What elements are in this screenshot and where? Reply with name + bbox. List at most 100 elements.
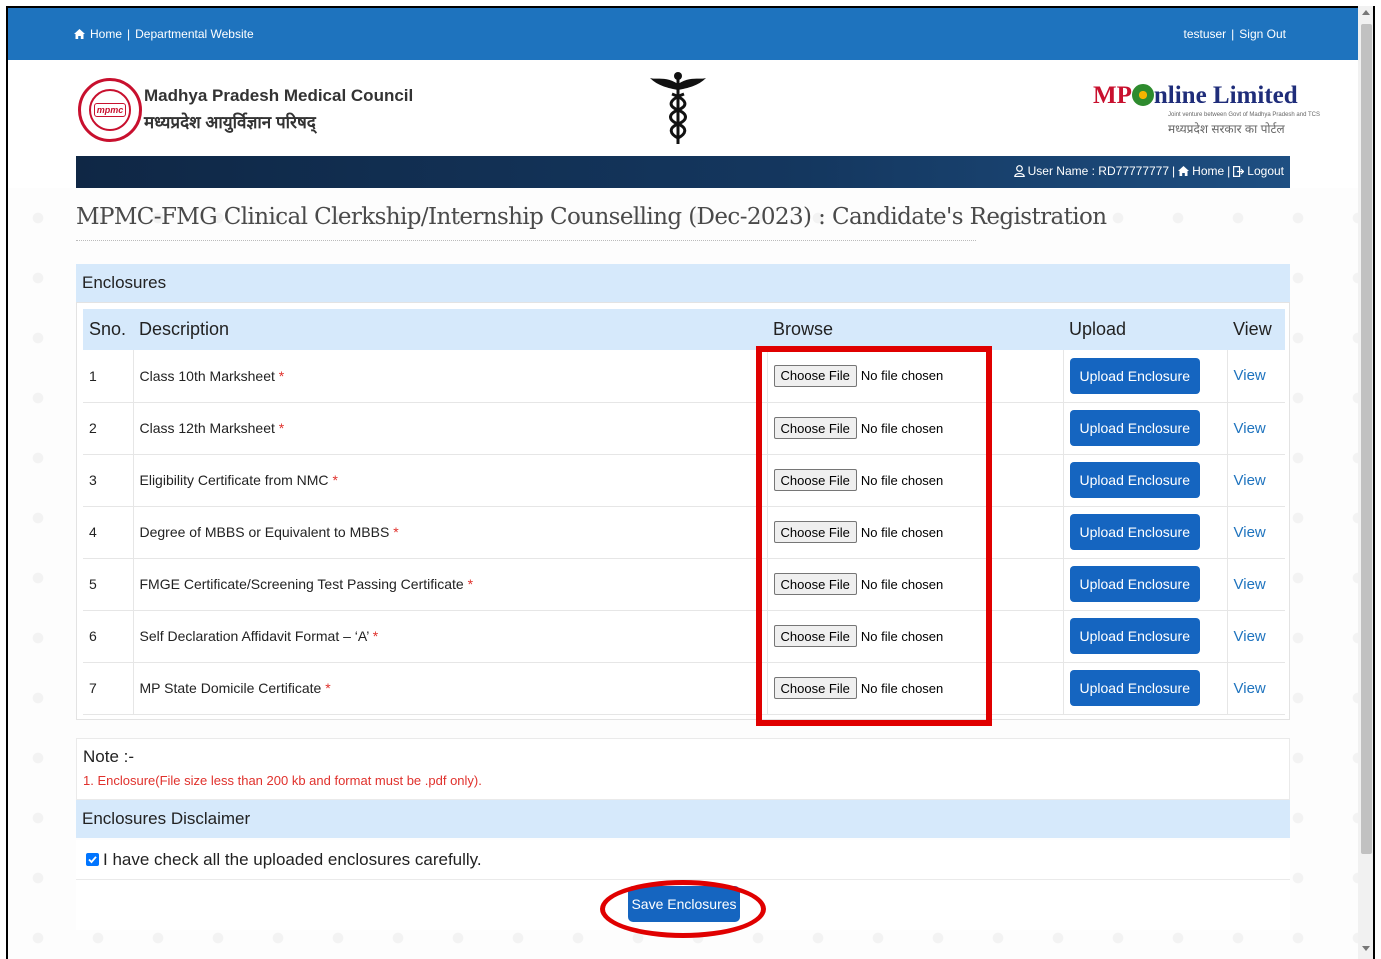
browser-viewport: Home | Departmental Website testuser | S…: [6, 6, 1358, 959]
upload-enclosure-button[interactable]: Upload Enclosure: [1069, 410, 1201, 446]
col-description: Description: [139, 319, 230, 339]
check-icon: [88, 856, 97, 864]
view-link[interactable]: View: [1234, 524, 1266, 541]
mponline-prefix: MP: [1093, 82, 1132, 109]
upload-enclosure-button[interactable]: Upload Enclosure: [1069, 566, 1201, 602]
row-view: View: [1227, 610, 1285, 662]
separator: |: [1172, 164, 1176, 178]
required-mark: *: [393, 524, 399, 540]
sign-out-link[interactable]: Sign Out: [1239, 27, 1286, 41]
note-title: Note :-: [83, 747, 135, 766]
col-sno: Sno.: [89, 319, 127, 339]
vertical-scrollbar[interactable]: [1358, 6, 1375, 959]
row-view: View: [1227, 454, 1285, 506]
view-link[interactable]: View: [1234, 367, 1266, 384]
view-link[interactable]: View: [1234, 472, 1266, 489]
user-icon: [1013, 165, 1025, 177]
required-mark: *: [332, 472, 338, 488]
view-link[interactable]: View: [1234, 628, 1266, 645]
page-title: MPMC-FMG Clinical Clerkship/Internship C…: [76, 204, 1107, 230]
table-row: 1 Class 10th Marksheet * Choose File No fil…: [83, 350, 1285, 402]
description-text: MP State Domicile Certificate: [139, 680, 322, 696]
scrollbar-thumb[interactable]: [1361, 24, 1372, 854]
nav-home-link[interactable]: Home: [1192, 164, 1224, 178]
scroll-up-arrow-icon[interactable]: [1362, 10, 1370, 15]
description-text: Self Declaration Affidavit Format – ‘A’: [139, 628, 369, 644]
mponline-logo: MP nline Limited: [1093, 82, 1298, 110]
enclosures-table: Sno. Description Browse Upload View 1 Cla…: [83, 309, 1285, 715]
row-view: View: [1227, 350, 1285, 402]
mponline-o-icon: [1131, 84, 1154, 106]
disclaimer-check-row: I have check all the uploaded enclosures…: [76, 840, 1290, 880]
col-upload: Upload: [1069, 319, 1127, 339]
top-bar-right: testuser | Sign Out: [1183, 27, 1286, 41]
enclosures-table-wrap: Sno. Description Browse Upload View 1 Cla…: [76, 302, 1290, 720]
row-description: MP State Domicile Certificate *: [133, 662, 768, 714]
scroll-down-arrow-icon[interactable]: [1362, 946, 1370, 951]
row-view: View: [1227, 558, 1285, 610]
row-sno: 3: [83, 454, 134, 506]
top-bar: Home | Departmental Website testuser | S…: [8, 8, 1358, 60]
user-nav-bar: User Name : RD77777777 | Home | Logout: [76, 156, 1290, 188]
description-text: Degree of MBBS or Equivalent to MBBS: [139, 524, 390, 540]
table-row: 7 MP State Domicile Certificate * Choose F…: [83, 662, 1285, 714]
required-mark: *: [325, 680, 331, 696]
note-box: Note :- 1. Enclosure(File size less than…: [76, 738, 1290, 800]
row-upload: Upload Enclosure: [1063, 454, 1228, 506]
username-link[interactable]: testuser: [1183, 27, 1226, 41]
table-row: 6 Self Declaration Affidavit Format – ‘A’…: [83, 610, 1285, 662]
mponline-mid: nline: [1153, 82, 1213, 109]
row-description: Self Declaration Affidavit Format – ‘A’ …: [133, 610, 768, 662]
row-upload: Upload Enclosure: [1063, 402, 1228, 454]
home-icon: [1178, 166, 1190, 176]
required-mark: *: [372, 628, 379, 644]
seal-inner: mpmc: [89, 89, 131, 131]
mponline-hindi-tagline: मध्यप्रदेश सरकार का पोर्टल: [1168, 122, 1285, 136]
mponline-subtitle: Joint venture between Govt of Madhya Pra…: [1168, 112, 1320, 118]
upload-enclosure-button[interactable]: Upload Enclosure: [1069, 462, 1201, 498]
upload-enclosure-button[interactable]: Upload Enclosure: [1069, 670, 1201, 706]
description-text: Class 10th Marksheet: [139, 367, 275, 384]
separator: |: [127, 27, 131, 41]
row-sno: 4: [83, 506, 134, 558]
required-mark: *: [278, 420, 285, 436]
required-mark: *: [467, 576, 474, 592]
upload-enclosure-button[interactable]: Upload Enclosure: [1069, 357, 1201, 394]
logout-icon: [1233, 165, 1245, 177]
row-description: FMGE Certificate/Screening Test Passing …: [133, 558, 768, 610]
caduceus-icon: [650, 72, 706, 144]
description-text: Class 12th Marksheet: [139, 420, 275, 436]
upload-enclosure-button[interactable]: Upload Enclosure: [1069, 514, 1201, 550]
user-nav-links: User Name : RD77777777 | Home | Logout: [1013, 164, 1284, 178]
row-upload: Upload Enclosure: [1063, 610, 1228, 662]
row-description: Class 12th Marksheet *: [133, 402, 768, 454]
org-name-hindi: मध्यप्रदेश आयुर्विज्ञान परिषद्: [144, 113, 316, 132]
home-link[interactable]: Home: [90, 27, 122, 41]
row-description: Class 10th Marksheet *: [133, 350, 768, 402]
col-browse: Browse: [773, 319, 834, 339]
disclaimer-checkbox[interactable]: [86, 853, 99, 866]
col-view: View: [1233, 319, 1272, 339]
row-view: View: [1227, 402, 1285, 454]
logout-link[interactable]: Logout: [1247, 164, 1284, 178]
disclaimer-check-label: I have check all the uploaded enclosures…: [103, 849, 482, 869]
row-sno: 5: [83, 558, 134, 610]
row-upload: Upload Enclosure: [1063, 558, 1228, 610]
view-link[interactable]: View: [1234, 420, 1266, 437]
row-upload: Upload Enclosure: [1063, 506, 1228, 558]
title-divider: [76, 240, 976, 241]
save-highlight-oval: [600, 880, 766, 938]
row-sno: 6: [83, 610, 134, 662]
upload-enclosure-button[interactable]: Upload Enclosure: [1069, 618, 1201, 654]
disclaimer-section-header: Enclosures Disclaimer: [76, 800, 1290, 838]
mpmc-seal-logo: mpmc: [78, 78, 142, 142]
org-name-english: Madhya Pradesh Medical Council: [144, 86, 414, 105]
note-text: 1. Enclosure(File size less than 200 kb …: [83, 773, 482, 788]
view-link[interactable]: View: [1234, 576, 1266, 593]
view-link[interactable]: View: [1234, 680, 1266, 697]
user-name-label: User Name : RD77777777: [1027, 164, 1170, 178]
departmental-website-link[interactable]: Departmental Website: [135, 27, 254, 41]
row-sno: 1: [83, 350, 134, 402]
row-upload: Upload Enclosure: [1063, 350, 1228, 402]
row-sno: 7: [83, 662, 134, 714]
